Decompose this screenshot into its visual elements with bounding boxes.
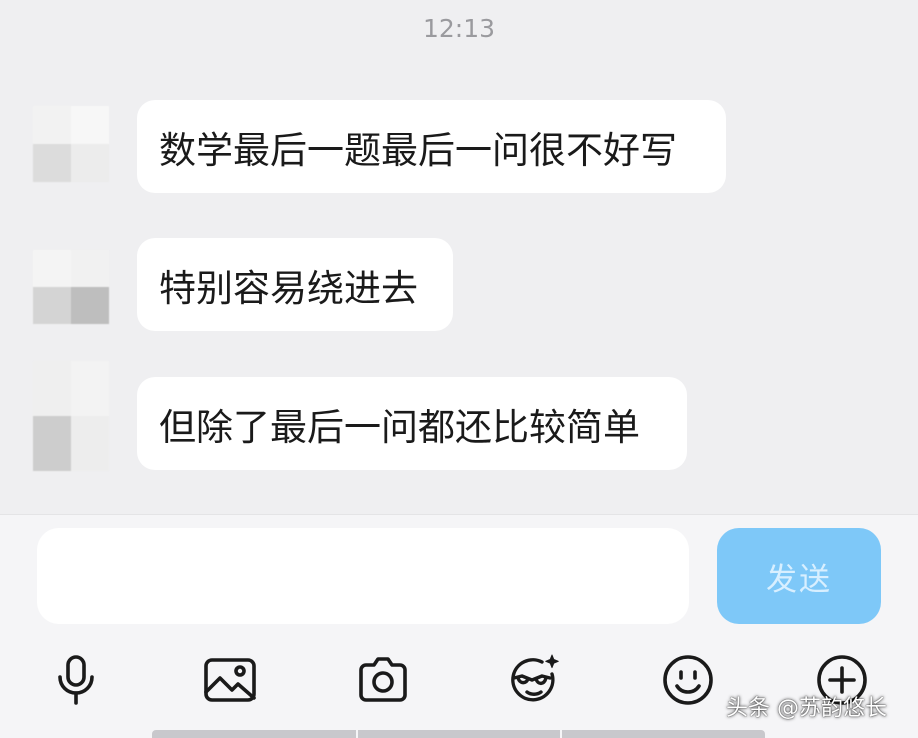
watermark: 头条 @苏韵悠长 [726,696,887,721]
panel-indicator [152,730,765,738]
avatar[interactable] [33,106,109,182]
camera-icon[interactable] [353,650,413,710]
image-icon[interactable] [200,650,260,710]
message-timestamp: 12:13 [422,14,496,43]
message-bubble[interactable]: 数学最后一题最后一问很不好写 [137,100,726,193]
avatar[interactable] [33,250,109,324]
emoji-icon[interactable] [658,650,718,710]
microphone-icon[interactable] [46,650,106,710]
avatar[interactable] [33,361,109,471]
send-button[interactable]: 发送 [717,528,881,624]
message-input[interactable] [37,528,689,624]
sticker-icon[interactable] [504,650,564,710]
message-bubble[interactable]: 但除了最后一问都还比较简单 [137,377,687,470]
message-bubble[interactable]: 特别容易绕进去 [137,238,453,331]
chat-area[interactable]: 12:13 数学最后一题最后一问很不好写 特别容易绕进去 但除了最后一问都还比较… [0,0,918,514]
